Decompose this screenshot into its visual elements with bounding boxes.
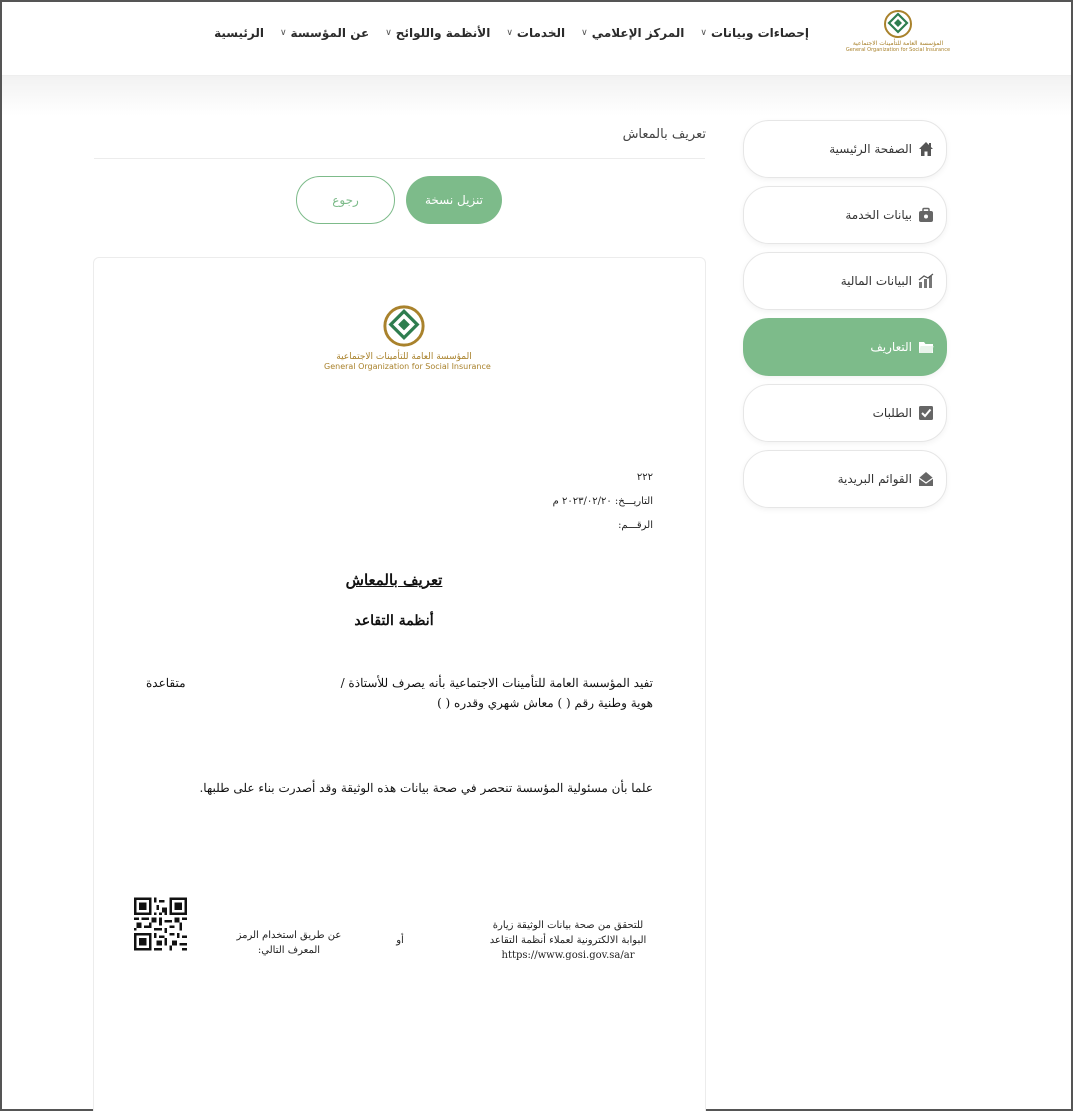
- header-band: [2, 76, 1071, 116]
- sidebar-item-service-data[interactable]: بيانات الخدمة: [743, 186, 947, 244]
- or-text: أو: [396, 935, 404, 946]
- document-disclaimer: علما بأن مسئولية المؤسسة تنحصر في صحة بي…: [199, 781, 653, 795]
- qr-instruction-line1: عن طريق استخدام الرمز: [236, 930, 342, 941]
- verify-line2: البوابة الالكترونية لعملاء أنظمة التقاعد: [489, 935, 647, 946]
- sidebar-item-label: التعاريف: [870, 340, 912, 354]
- sidebar-item-label: البيانات المالية: [840, 274, 912, 288]
- main-nav: الرئيسية عن المؤسسة ∨ الأنظمة واللوائح ∨ ا…: [214, 26, 809, 40]
- document-paragraph-line2: هوية وطنية رقم ( ) معاش شهري وقدره ( ): [437, 696, 653, 710]
- nav-media-center[interactable]: المركز الإعلامي ∨: [581, 26, 684, 40]
- download-copy-button[interactable]: تنزيل نسخة: [406, 176, 502, 224]
- chart-icon: [918, 273, 934, 289]
- chevron-down-icon: ∨: [279, 28, 287, 38]
- sidebar-item-financial-data[interactable]: البيانات المالية: [743, 252, 947, 310]
- certificate-document: المؤسسة العامة للتأمينات الاجتماعية Gene…: [93, 257, 706, 1111]
- top-header: المؤسسة العامة للتأمينات الاجتماعية Gene…: [2, 2, 1071, 76]
- gosi-logo-mark: [383, 305, 425, 347]
- nav-about-label: عن المؤسسة: [290, 26, 370, 40]
- nav-statistics[interactable]: إحصاءات وبيانات ∨: [700, 26, 809, 40]
- document-paragraph-line1: تفيد المؤسسة العامة للتأمينات الاجتماعية…: [340, 676, 653, 690]
- sidebar-item-label: الصفحة الرئيسية: [829, 142, 912, 156]
- sidebar-item-label: الطلبات: [872, 406, 912, 420]
- folder-icon: [918, 339, 934, 355]
- gosi-logo[interactable]: المؤسسة العامة للتأمينات الاجتماعية Gene…: [838, 8, 958, 70]
- nav-home-label: الرئيسية: [214, 26, 264, 40]
- nav-about[interactable]: عن المؤسسة ∨: [280, 26, 369, 40]
- qr-code: [134, 897, 187, 951]
- nav-statistics-label: إحصاءات وبيانات: [710, 26, 809, 40]
- chevron-down-icon: ∨: [700, 28, 707, 38]
- document-title: تعريف بالمعاش: [345, 571, 443, 589]
- back-button[interactable]: رجوع: [296, 176, 395, 224]
- sidebar-item-home[interactable]: الصفحة الرئيسية: [743, 120, 947, 178]
- document-logo-name-ar: المؤسسة العامة للتأمينات الاجتماعية: [336, 352, 472, 362]
- verify-url[interactable]: https://www.gosi.gov.sa/ar: [483, 948, 653, 963]
- page-title: تعريف بالمعاش: [622, 127, 706, 142]
- briefcase-icon: [918, 207, 934, 223]
- sidebar-item-requests[interactable]: الطلبات: [743, 384, 947, 442]
- nav-regulations-label: الأنظمة واللوائح: [395, 26, 491, 40]
- sidebar-item-definitions[interactable]: التعاريف: [743, 318, 947, 376]
- checkbox-icon: [918, 405, 934, 421]
- qr-instruction-line2: المعرف التالي:: [257, 945, 321, 956]
- document-paragraph-line1-end: متقاعدة: [146, 676, 186, 690]
- reference-code: ٢٢٢: [636, 472, 653, 483]
- sidebar-item-label: بيانات الخدمة: [845, 208, 912, 222]
- verification-text: للتحقق من صحة بيانات الوثيقة زيارة البوا…: [483, 918, 653, 963]
- qr-instruction: عن طريق استخدام الرمز المعرف التالي:: [224, 928, 354, 958]
- logo-name-en: General Organization for Social Insuranc…: [845, 47, 951, 53]
- sidebar-item-label: القوائم البريدية: [837, 472, 912, 486]
- document-subtitle: أنظمة التقاعد: [354, 613, 434, 629]
- home-icon: [918, 141, 934, 157]
- document-logo-name-en: General Organization for Social Insuranc…: [324, 362, 491, 371]
- gosi-logo-mark: [884, 10, 912, 38]
- nav-media-center-label: المركز الإعلامي: [591, 26, 685, 40]
- mail-icon: [918, 471, 934, 487]
- nav-regulations[interactable]: الأنظمة واللوائح ∨: [385, 26, 490, 40]
- logo-name-ar: المؤسسة العامة للتأمينات الاجتماعية: [852, 40, 944, 47]
- chevron-down-icon: ∨: [581, 28, 588, 38]
- title-divider: [94, 158, 705, 159]
- document-number: الرقـــم:: [618, 520, 653, 531]
- nav-services-label: الخدمات: [516, 26, 566, 40]
- nav-services[interactable]: الخدمات ∨: [506, 26, 565, 40]
- document-date: التاريـــخ: ٢٠٢٣/٠٢/٢٠ م: [552, 496, 653, 507]
- chevron-down-icon: ∨: [385, 28, 392, 38]
- document-logo: المؤسسة العامة للتأمينات الاجتماعية Gene…: [324, 302, 491, 371]
- nav-home[interactable]: الرئيسية: [214, 26, 264, 40]
- sidebar: الصفحة الرئيسية بيانات الخدمة البيانات ا…: [743, 120, 947, 516]
- sidebar-item-mailing-lists[interactable]: القوائم البريدية: [743, 450, 947, 508]
- verify-line1: للتحقق من صحة بيانات الوثيقة زيارة: [492, 920, 644, 931]
- chevron-down-icon: ∨: [506, 28, 513, 38]
